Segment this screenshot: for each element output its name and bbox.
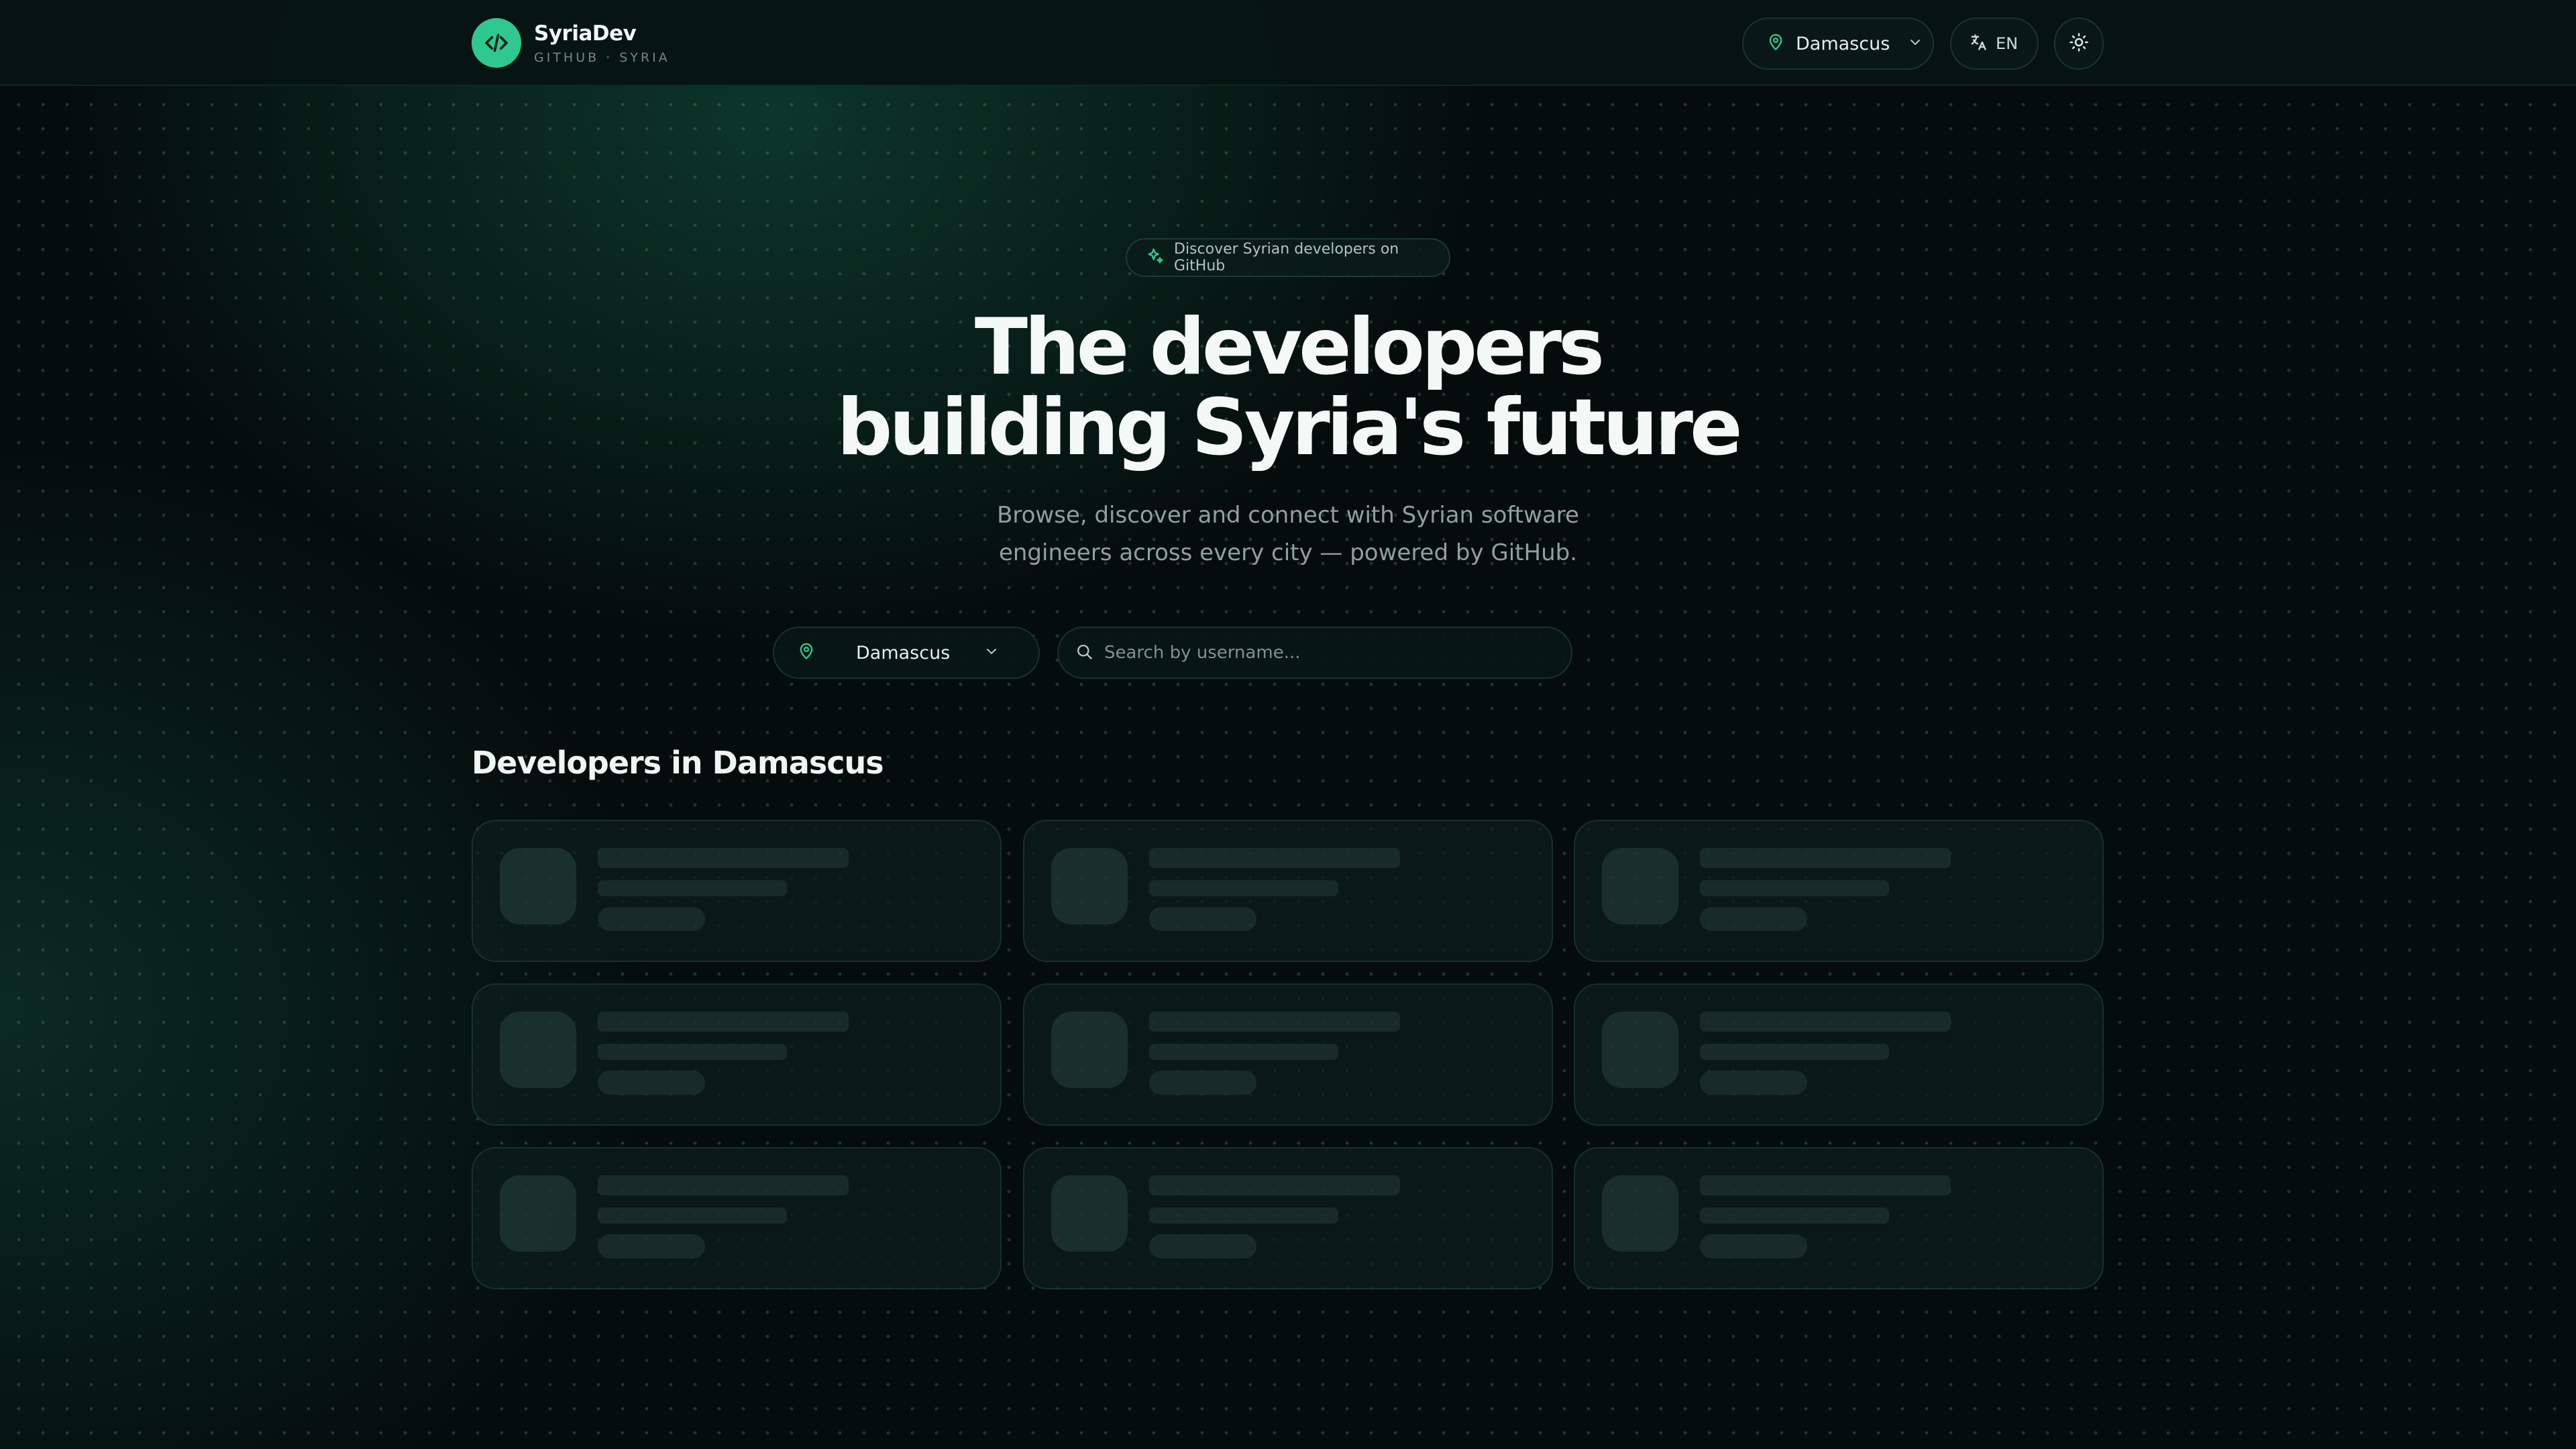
username-placeholder bbox=[598, 880, 787, 896]
name-placeholder bbox=[1700, 1012, 1951, 1032]
badge-placeholder bbox=[1700, 1234, 1807, 1258]
username-placeholder bbox=[598, 1044, 787, 1060]
avatar-placeholder bbox=[500, 1012, 576, 1088]
developer-card-skeleton[interactable] bbox=[1574, 820, 2104, 962]
developers-section-title: Developers in Damascus bbox=[472, 745, 884, 781]
badge-placeholder bbox=[1149, 907, 1256, 931]
name-placeholder bbox=[1149, 1012, 1400, 1032]
sun-icon bbox=[2069, 32, 2089, 55]
badge-placeholder bbox=[1149, 1071, 1256, 1095]
chevron-down-icon bbox=[1907, 34, 1923, 53]
brand-subtitle: GITHUB · SYRIA bbox=[534, 50, 670, 65]
developer-card-skeleton[interactable] bbox=[472, 820, 1002, 962]
map-pin-icon bbox=[1766, 33, 1785, 54]
avatar-placeholder bbox=[500, 848, 576, 924]
sparkles-icon bbox=[1146, 247, 1165, 268]
language-label: EN bbox=[1996, 34, 2019, 53]
username-placeholder bbox=[1700, 880, 1889, 896]
badge-placeholder bbox=[598, 907, 705, 931]
hero-title: The developers building Syria's future bbox=[0, 307, 2576, 468]
avatar-placeholder bbox=[1051, 1012, 1128, 1088]
name-placeholder bbox=[1700, 1175, 1951, 1195]
brand-name[interactable]: SyriaDev bbox=[534, 21, 637, 46]
developer-card-skeleton[interactable] bbox=[1574, 983, 2104, 1126]
developer-card-skeleton[interactable] bbox=[1023, 983, 1553, 1126]
header-city-selector[interactable]: Damascus bbox=[1742, 17, 1934, 70]
hero-subtitle-line-2: engineers across every city — powered by… bbox=[998, 539, 1578, 566]
username-search-box[interactable] bbox=[1057, 627, 1572, 679]
translate-icon bbox=[1969, 33, 1988, 54]
avatar-placeholder bbox=[1051, 1175, 1128, 1252]
avatar-placeholder bbox=[1602, 848, 1678, 924]
name-placeholder bbox=[1149, 848, 1400, 868]
developer-card-skeleton[interactable] bbox=[1574, 1147, 2104, 1289]
top-navbar: SyriaDev GITHUB · SYRIA Damascus EN bbox=[0, 0, 2576, 86]
badge-placeholder bbox=[598, 1234, 705, 1258]
code-brackets-icon[interactable] bbox=[472, 18, 521, 68]
username-placeholder bbox=[598, 1208, 787, 1224]
hero-subtitle: Browse, discover and connect with Syrian… bbox=[0, 496, 2576, 572]
name-placeholder bbox=[598, 1175, 849, 1195]
developer-card-skeleton[interactable] bbox=[1023, 1147, 1553, 1289]
username-search-input[interactable] bbox=[1104, 633, 1560, 673]
developer-card-skeleton[interactable] bbox=[1023, 820, 1553, 962]
badge-placeholder bbox=[1149, 1234, 1256, 1258]
username-placeholder bbox=[1149, 1208, 1338, 1224]
developer-card-skeleton[interactable] bbox=[472, 1147, 1002, 1289]
avatar-placeholder bbox=[500, 1175, 576, 1252]
name-placeholder bbox=[1700, 848, 1951, 868]
badge-placeholder bbox=[598, 1071, 705, 1095]
hero-tag-badge: Discover Syrian developers on GitHub bbox=[1126, 238, 1450, 277]
map-pin-icon bbox=[797, 642, 816, 663]
username-placeholder bbox=[1700, 1044, 1889, 1060]
theme-toggle-button[interactable] bbox=[2054, 17, 2104, 70]
avatar-placeholder bbox=[1602, 1012, 1678, 1088]
search-icon bbox=[1075, 642, 1093, 663]
city-filter-select[interactable]: Damascus bbox=[773, 627, 1040, 679]
hero-title-line-2: building Syria's future bbox=[837, 382, 1742, 473]
badge-placeholder bbox=[1700, 1071, 1807, 1095]
header-city-label: Damascus bbox=[1796, 33, 1890, 54]
hero-title-line-1: The developers bbox=[974, 302, 1605, 392]
username-placeholder bbox=[1149, 1044, 1338, 1060]
username-placeholder bbox=[1149, 880, 1338, 896]
badge-placeholder bbox=[1700, 907, 1807, 931]
city-filter-value: Damascus bbox=[856, 642, 951, 663]
avatar-placeholder bbox=[1051, 848, 1128, 924]
name-placeholder bbox=[598, 848, 849, 868]
developer-card-skeleton[interactable] bbox=[472, 983, 1002, 1126]
name-placeholder bbox=[598, 1012, 849, 1032]
name-placeholder bbox=[1149, 1175, 1400, 1195]
hero-tag-text: Discover Syrian developers on GitHub bbox=[1174, 241, 1399, 274]
username-placeholder bbox=[1700, 1208, 1889, 1224]
hero-subtitle-line-1: Browse, discover and connect with Syrian… bbox=[997, 502, 1579, 529]
avatar-placeholder bbox=[1602, 1175, 1678, 1252]
chevron-down-icon bbox=[983, 643, 1000, 662]
language-switcher[interactable]: EN bbox=[1950, 17, 2039, 70]
